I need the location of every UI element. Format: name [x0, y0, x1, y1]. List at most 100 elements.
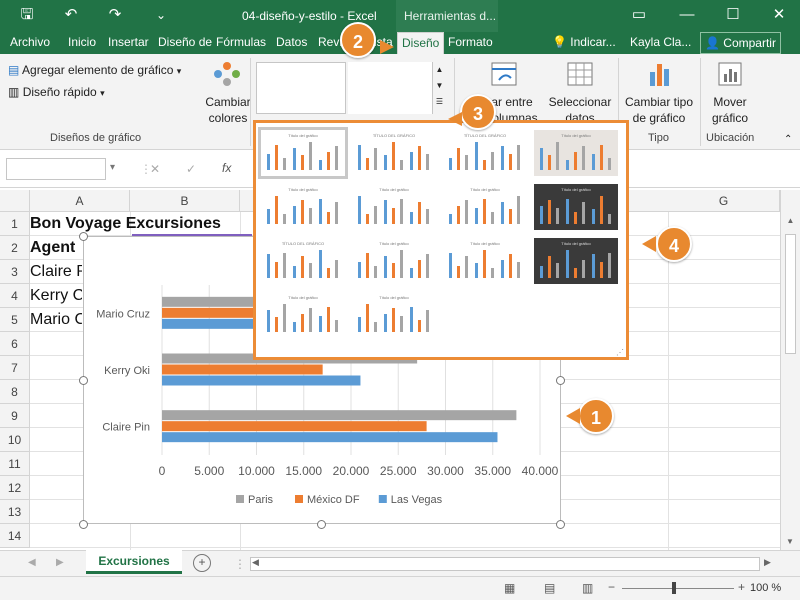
zoom-slider[interactable] [622, 588, 734, 589]
style-preview-bar [501, 260, 504, 278]
chart-style-option[interactable]: TÍTULO DEL GRÁFICO [443, 130, 527, 176]
chart-style-option[interactable]: TÍTULO DEL GRÁFICO [261, 238, 345, 284]
cell-a3[interactable]: Claire P [30, 260, 82, 284]
resize-handle[interactable] [317, 520, 326, 529]
row-header[interactable]: 8 [0, 380, 30, 404]
style-preview-bars [540, 140, 614, 170]
chart-style-option[interactable]: Título del gráfico [352, 238, 436, 284]
style-preview-bar [418, 146, 421, 170]
zoom-in-icon[interactable]: + [738, 580, 745, 594]
row-header[interactable]: 6 [0, 332, 30, 356]
zoom-level[interactable]: 100 % [750, 582, 781, 594]
hscroll-left-icon[interactable]: ◀ [252, 557, 259, 568]
chart-style-option[interactable]: Título del gráfico [352, 292, 436, 338]
legend-swatch [236, 495, 244, 503]
chart-style-option[interactable]: Título del gráfico [258, 127, 348, 179]
chart-style-option[interactable]: TÍTULO DEL GRÁFICO [352, 130, 436, 176]
x-tick-label: 5.000 [194, 464, 224, 478]
callout-1: 1 [578, 398, 614, 434]
row-header[interactable]: 5 [0, 308, 30, 332]
style-preview-bar [608, 213, 611, 224]
chart-style-title: TÍTULO DEL GRÁFICO [281, 241, 325, 246]
row-header[interactable]: 7 [0, 356, 30, 380]
zoom-slider-thumb[interactable] [672, 582, 676, 594]
x-tick-label: 0 [159, 464, 166, 478]
page-layout-icon[interactable]: ▤ [544, 581, 555, 595]
row-header[interactable]: 2 [0, 236, 30, 260]
style-preview-bar [483, 249, 486, 278]
chart-style-option[interactable]: Título del gráfico [534, 130, 618, 176]
style-preview-bar [449, 158, 452, 170]
style-preview-bar [374, 147, 377, 170]
style-preview-bar [319, 315, 322, 332]
row-header[interactable]: 10 [0, 428, 30, 452]
style-preview-bars [358, 194, 432, 224]
row-header[interactable]: 13 [0, 500, 30, 524]
resize-handle[interactable] [556, 520, 565, 529]
scroll-up-icon[interactable]: ▲ [781, 216, 800, 225]
row-header[interactable]: 3 [0, 260, 30, 284]
x-tick-label: 10.000 [238, 464, 275, 478]
resize-handle[interactable] [79, 376, 88, 385]
row-header[interactable]: 11 [0, 452, 30, 476]
chart-style-option[interactable]: Título del gráfico [443, 184, 527, 230]
style-preview-bar [319, 198, 322, 224]
style-preview-bar [400, 159, 403, 170]
chart-style-title: Título del gráfico [288, 295, 318, 300]
cell-a4[interactable]: Kerry C [30, 284, 82, 308]
row-header[interactable]: 1 [0, 212, 30, 236]
chart-style-title: TÍTULO DEL GRÁFICO [463, 133, 507, 138]
zoom-out-icon[interactable]: − [608, 580, 615, 594]
style-preview-bar [483, 159, 486, 170]
sheet-tab-bar: ◀ ▶ Excursiones + ⋮ ◀ ▶ [0, 550, 800, 576]
chart-style-option[interactable]: Título del gráfico [443, 238, 527, 284]
style-preview-bar [540, 266, 543, 278]
hscroll-right-icon[interactable]: ▶ [764, 557, 771, 568]
chart-style-option[interactable]: Título del gráfico [534, 184, 618, 230]
scroll-down-icon[interactable]: ▼ [786, 537, 794, 546]
scroll-thumb[interactable] [785, 234, 796, 354]
vertical-scrollbar[interactable]: ▲ ▼ [780, 190, 800, 550]
normal-view-icon[interactable]: ▦ [504, 581, 515, 595]
style-preview-bar [592, 209, 595, 224]
style-preview-bar [426, 254, 429, 278]
chart-style-title: Título del gráfico [379, 241, 409, 246]
style-preview-bars [449, 194, 523, 224]
legend-entry: Las Vegas [391, 494, 443, 506]
chart-style-option[interactable]: Título del gráfico [352, 184, 436, 230]
cell-a5[interactable]: Mario C [30, 308, 82, 332]
page-break-icon[interactable]: ▥ [582, 581, 593, 595]
style-preview-bar [384, 155, 387, 170]
resize-handle[interactable] [79, 232, 88, 241]
scroll-right-icon[interactable]: ▶ [56, 557, 64, 568]
style-preview-bars [358, 248, 432, 278]
row-header[interactable]: 12 [0, 476, 30, 500]
style-preview-bar [358, 261, 361, 278]
legend-entry: México DF [307, 494, 360, 506]
chart-style-option[interactable]: Título del gráfico [261, 292, 345, 338]
style-preview-bar [418, 201, 421, 224]
horizontal-scrollbar[interactable] [250, 557, 760, 571]
resize-handle[interactable] [556, 376, 565, 385]
chart-styles-gallery: Título del gráfico TÍTULO DEL GRÁFICO TÍTU… [253, 120, 629, 360]
style-preview-bar [309, 308, 312, 332]
sheet-tab-excursiones[interactable]: Excursiones [86, 550, 182, 574]
row-header[interactable]: 4 [0, 284, 30, 308]
chart-style-title: Título del gráfico [288, 187, 318, 192]
style-preview-bar [465, 255, 468, 278]
style-preview-bar [366, 303, 369, 332]
gallery-resize-grip-icon[interactable]: ⋰ [616, 348, 624, 357]
chart-style-option[interactable]: Título del gráfico [534, 238, 618, 284]
chart-style-option[interactable]: Título del gráfico [261, 184, 345, 230]
add-sheet-icon[interactable]: + [193, 554, 211, 572]
style-preview-bar [517, 144, 520, 170]
scroll-left-icon[interactable]: ◀ [28, 557, 36, 568]
row-header[interactable]: 14 [0, 524, 30, 548]
style-preview-bar [384, 255, 387, 278]
resize-handle[interactable] [79, 520, 88, 529]
cell-a1[interactable]: Bon Voyage Excursiones [30, 212, 240, 236]
row-header[interactable]: 9 [0, 404, 30, 428]
style-preview-bars [449, 248, 523, 278]
style-preview-bar [457, 206, 460, 224]
style-preview-bar [400, 198, 403, 224]
